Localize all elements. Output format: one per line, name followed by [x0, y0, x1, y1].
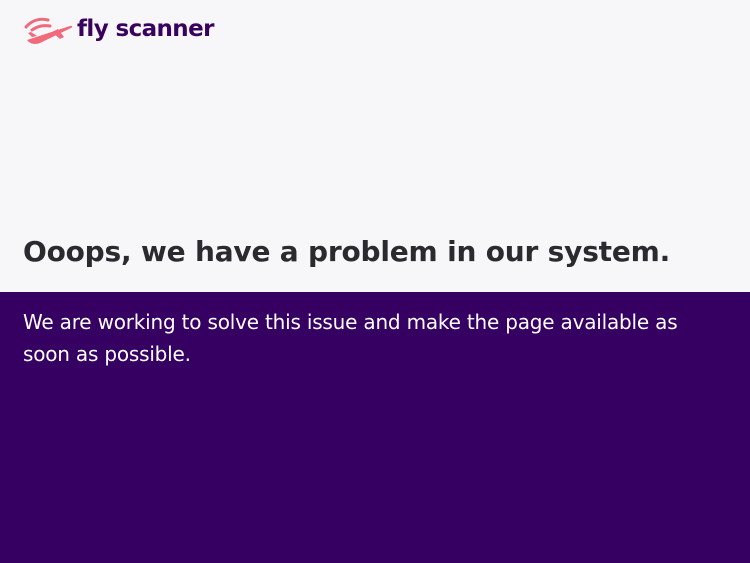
error-title: Ooops, we have a problem in our system. — [23, 235, 671, 268]
brand-logo[interactable]: fly scanner — [22, 12, 214, 46]
error-message-section: We are working to solve this issue and m… — [0, 292, 750, 563]
brand-name: fly scanner — [77, 16, 214, 42]
error-message: We are working to solve this issue and m… — [23, 310, 678, 366]
plane-signal-icon — [24, 17, 73, 44]
error-header-section: fly scanner Ooops, we have a problem in … — [0, 0, 750, 292]
